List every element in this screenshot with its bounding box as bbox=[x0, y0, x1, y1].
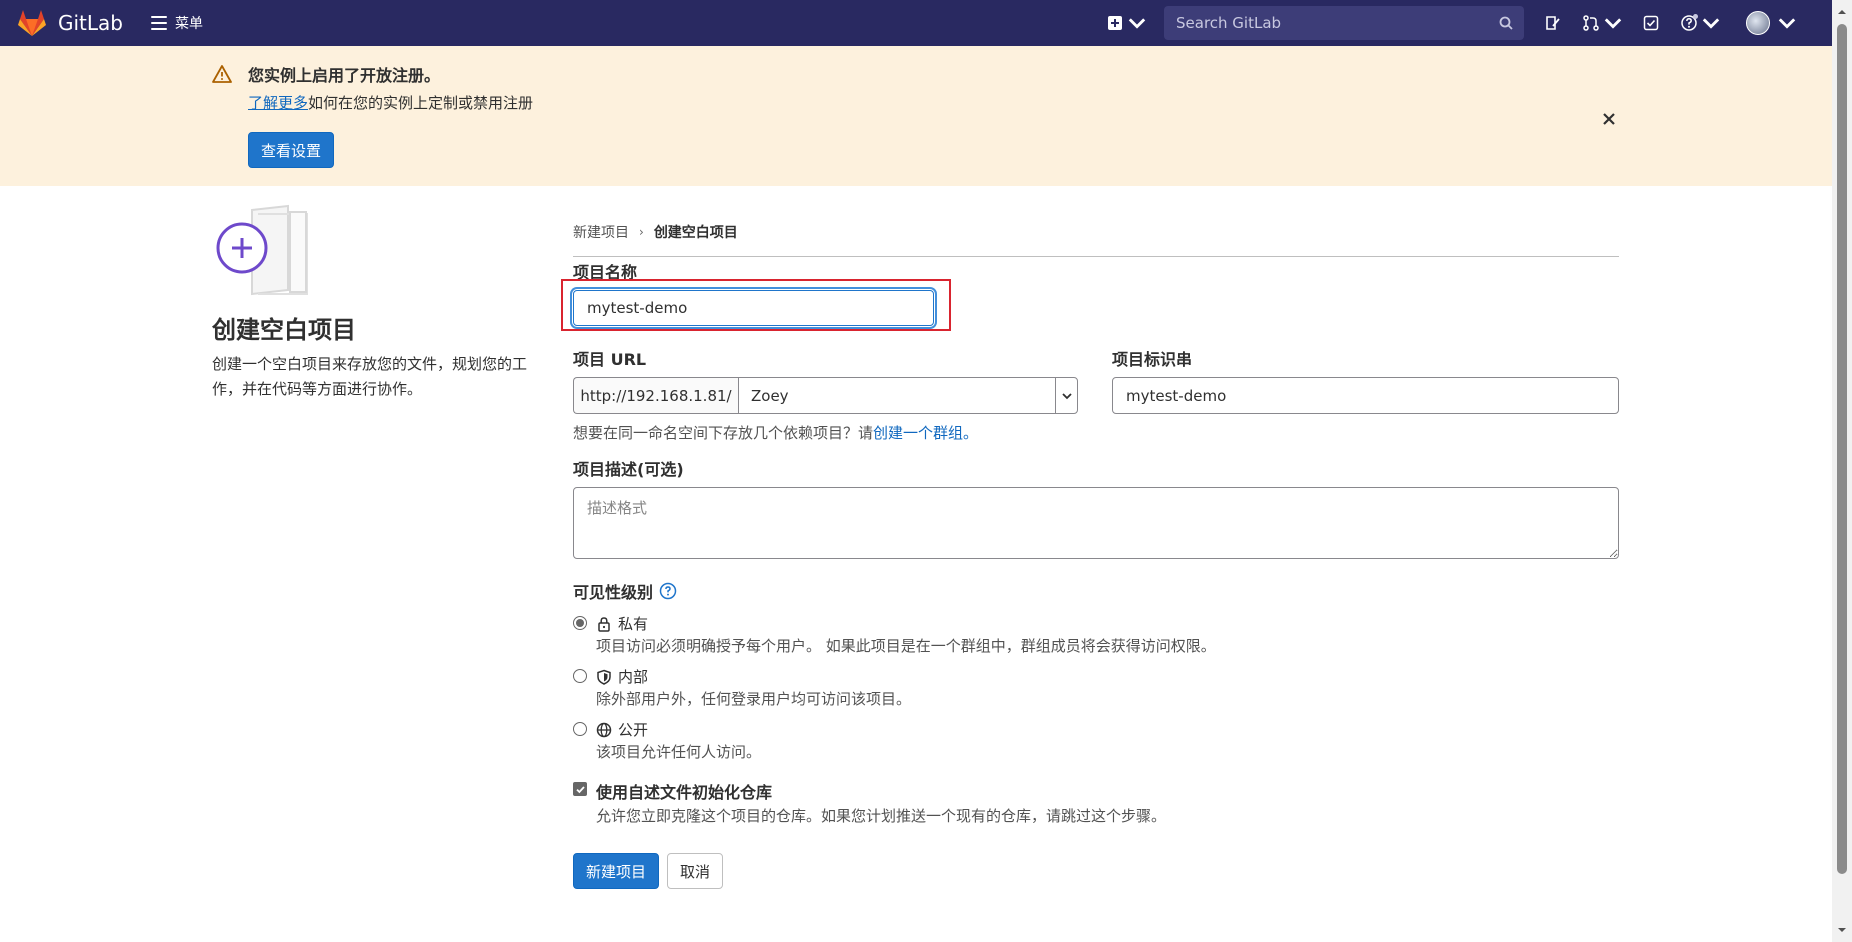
learn-more-link[interactable]: 了解更多 bbox=[248, 94, 308, 112]
main-menu-button[interactable]: 菜单 bbox=[151, 13, 203, 33]
namespace-value: Zoey bbox=[751, 386, 789, 405]
visibility-internal-desc: 除外部用户外，任何登录用户均可访问该项目。 bbox=[596, 690, 912, 708]
view-settings-button[interactable]: 查看设置 bbox=[248, 132, 335, 168]
lock-icon bbox=[598, 616, 610, 632]
menu-label: 菜单 bbox=[175, 16, 203, 32]
scroll-up-arrow-icon[interactable] bbox=[1836, 6, 1848, 18]
help-dropdown-button[interactable] bbox=[1674, 7, 1726, 39]
brand-name: GitLab bbox=[58, 11, 123, 35]
namespace-select[interactable]: Zoey bbox=[738, 377, 1078, 414]
search-input[interactable] bbox=[1174, 13, 1498, 33]
breadcrumb-current: 创建空白项目 bbox=[653, 225, 738, 241]
gitlab-home-link[interactable]: GitLab bbox=[16, 7, 123, 39]
visibility-label-text: 可见性级别 bbox=[573, 583, 654, 602]
scroll-down-arrow-icon[interactable] bbox=[1836, 924, 1848, 936]
user-menu-button[interactable] bbox=[1740, 7, 1802, 39]
readme-option: 使用自述文件初始化仓库 允许您立即克隆这个项目的仓库。如果您计划推送一个现有的仓… bbox=[573, 779, 1166, 826]
search-icon bbox=[1499, 16, 1513, 30]
visibility-internal-radio[interactable] bbox=[573, 669, 587, 683]
hamburger-icon bbox=[151, 16, 167, 30]
namespace-hint-text: 想要在同一命名空间下存放几个依赖项目？请 bbox=[573, 424, 874, 442]
question-icon bbox=[1681, 14, 1698, 31]
visibility-label: 可见性级别 bbox=[573, 579, 677, 603]
plus-square-icon bbox=[1108, 16, 1122, 30]
issues-button[interactable] bbox=[1538, 7, 1568, 39]
project-description-label: 项目描述(可选) bbox=[573, 460, 684, 479]
chevron-down-icon bbox=[1061, 392, 1072, 399]
create-project-button[interactable]: 新建项目 bbox=[573, 853, 660, 889]
scrollbar-thumb[interactable] bbox=[1837, 24, 1847, 874]
shield-icon bbox=[597, 669, 611, 685]
globe-icon bbox=[596, 722, 612, 737]
namespace-hint: 想要在同一命名空间下存放几个依赖项目？请创建一个群组。 bbox=[573, 422, 978, 443]
visibility-private-radio[interactable] bbox=[573, 616, 587, 630]
new-dropdown-button[interactable] bbox=[1100, 7, 1152, 39]
project-url-label: 项目 URL bbox=[573, 350, 647, 369]
visibility-public-title: 公开 bbox=[618, 721, 649, 739]
merge-request-icon bbox=[1583, 15, 1599, 31]
readme-desc: 允许您立即克隆这个项目的仓库。如果您计划推送一个现有的仓库，请跳过这个步骤。 bbox=[596, 807, 1167, 825]
chevron-down-icon bbox=[1604, 18, 1622, 29]
project-slug-input[interactable] bbox=[1112, 377, 1619, 414]
readme-title: 使用自述文件初始化仓库 bbox=[596, 783, 773, 802]
visibility-public-radio[interactable] bbox=[573, 722, 587, 736]
breadcrumb-new-project[interactable]: 新建项目 bbox=[573, 222, 629, 242]
visibility-internal-title: 内部 bbox=[618, 668, 649, 686]
close-icon[interactable] bbox=[1598, 108, 1620, 130]
page-description: 创建一个空白项目来存放您的文件，规划您的工作，并在代码等方面进行协作。 bbox=[212, 355, 528, 398]
cancel-button[interactable]: 取消 bbox=[667, 853, 724, 889]
todos-button[interactable] bbox=[1636, 7, 1666, 39]
blank-project-illustration bbox=[216, 204, 308, 296]
project-name-input[interactable] bbox=[573, 290, 934, 326]
namespace-caret[interactable] bbox=[1055, 378, 1077, 413]
visibility-private-title: 私有 bbox=[618, 615, 649, 633]
chevron-down-icon bbox=[1128, 18, 1146, 29]
project-description-input[interactable] bbox=[573, 487, 1619, 559]
visibility-option-private: 私有 项目访问必须明确授予每个用户。 如果此项目是在一个群组中，群组成员将会获得… bbox=[573, 613, 1216, 656]
banner-message-text: 如何在您的实例上定制或禁用注册 bbox=[308, 94, 534, 112]
project-url-prefix: http://192.168.1.81/ bbox=[573, 377, 738, 414]
project-slug-label: 项目标识串 bbox=[1112, 350, 1193, 369]
banner-message: 了解更多如何在您的实例上定制或禁用注册 bbox=[248, 92, 533, 113]
page-title: 创建空白项目 bbox=[212, 316, 356, 344]
breadcrumb: 新建项目 › 创建空白项目 bbox=[573, 222, 738, 242]
issues-icon bbox=[1546, 16, 1560, 30]
chevron-down-icon bbox=[1778, 18, 1796, 29]
avatar bbox=[1746, 11, 1770, 35]
gitlab-logo-icon bbox=[18, 10, 46, 36]
breadcrumb-divider bbox=[573, 256, 1619, 257]
merge-requests-button[interactable] bbox=[1576, 7, 1628, 39]
breadcrumb-separator-icon: › bbox=[639, 225, 644, 239]
top-navbar: GitLab 菜单 bbox=[0, 0, 1832, 46]
search-box bbox=[1164, 6, 1524, 40]
visibility-option-internal: 内部 除外部用户外，任何登录用户均可访问该项目。 bbox=[573, 666, 911, 709]
visibility-private-desc: 项目访问必须明确授予每个用户。 如果此项目是在一个群组中，群组成员将会获得访问权… bbox=[596, 637, 1216, 655]
chevron-down-icon bbox=[1702, 18, 1720, 29]
open-registration-banner: 您实例上启用了开放注册。 了解更多如何在您的实例上定制或禁用注册 查看设置 bbox=[0, 46, 1832, 186]
todo-check-icon bbox=[1643, 15, 1659, 31]
visibility-option-public: 公开 该项目允许任何人访问。 bbox=[573, 719, 761, 762]
visibility-public-desc: 该项目允许任何人访问。 bbox=[596, 743, 762, 761]
question-circle-icon[interactable] bbox=[659, 582, 677, 600]
check-icon bbox=[575, 785, 585, 793]
create-group-link[interactable]: 创建一个群组。 bbox=[873, 424, 978, 442]
warning-icon bbox=[212, 65, 232, 83]
banner-title: 您实例上启用了开放注册。 bbox=[248, 66, 441, 85]
readme-checkbox[interactable] bbox=[573, 782, 587, 796]
